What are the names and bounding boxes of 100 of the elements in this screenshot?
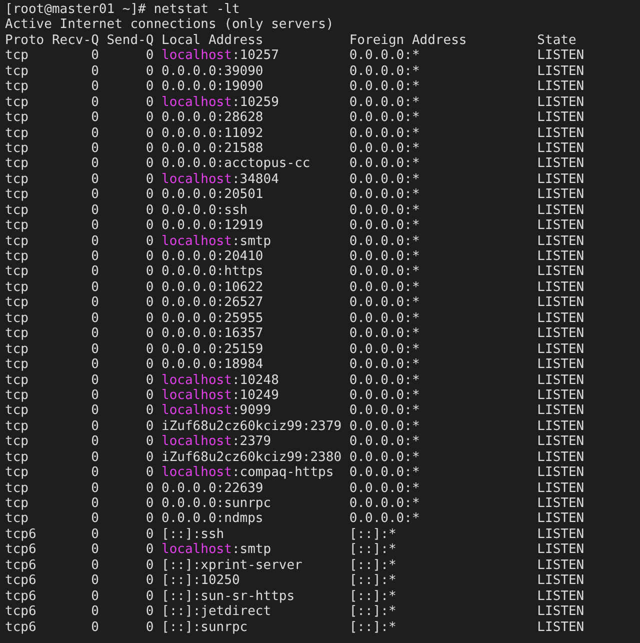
table-cell: 0 xyxy=(146,295,154,310)
table-cell: 0 xyxy=(146,511,154,526)
table-cell: 0 xyxy=(146,110,154,126)
table-cell: tcp xyxy=(5,94,28,110)
table-cell: 0 xyxy=(146,140,154,156)
table-cell: [::]:sunrpc xyxy=(162,620,248,634)
table-cell: [::]:* xyxy=(349,558,396,573)
table-cell: 0 xyxy=(91,434,99,450)
table-cell: 0 xyxy=(146,187,154,202)
table-cell: 0 xyxy=(146,450,154,465)
table-cell: [::]:sun-sr-https xyxy=(162,588,295,604)
table-cell: 0 xyxy=(91,372,99,388)
table-cell: 0 xyxy=(91,218,99,234)
table-cell: 0.0.0.0:* xyxy=(349,310,420,326)
table-cell: 0 xyxy=(91,480,99,496)
table-cell: LISTEN xyxy=(537,388,584,403)
table-cell: 0.0.0.0:22639 xyxy=(162,480,264,496)
table-cell: localhost:2379 xyxy=(162,434,272,450)
table-cell: LISTEN xyxy=(537,280,584,295)
table-cell: localhost:10259 xyxy=(162,94,279,110)
table-cell: 0.0.0.0:39090 xyxy=(162,64,264,79)
table-cell: 0 xyxy=(91,342,99,357)
table-cell: 0.0.0.0:* xyxy=(349,496,420,511)
table-cell: 0.0.0.0:* xyxy=(349,480,420,496)
table-cell: tcp xyxy=(5,357,28,372)
table-cell: 0.0.0.0:* xyxy=(349,280,420,295)
table-cell: LISTEN xyxy=(537,156,584,172)
table-cell: 0 xyxy=(146,264,154,280)
table-cell: 0.0.0.0:21588 xyxy=(162,140,264,156)
table-cell: 0.0.0.0:11092 xyxy=(162,126,264,140)
table-cell: 0 xyxy=(91,620,99,634)
table-cell: LISTEN xyxy=(537,48,584,64)
table-cell: 0 xyxy=(146,94,154,110)
table-cell: 0.0.0.0:10622 xyxy=(162,280,264,295)
table-cell: 0 xyxy=(91,588,99,604)
table-cell: LISTEN xyxy=(537,620,584,634)
table-cell: iZuf68u2cz60kciz99:2380 xyxy=(162,450,342,465)
table-cell: LISTEN xyxy=(537,357,584,372)
table-cell: 0 xyxy=(91,465,99,480)
table-cell: LISTEN xyxy=(537,126,584,140)
table-cell: [::]:* xyxy=(349,526,396,542)
table-cell: 0 xyxy=(91,403,99,418)
table-cell: 0 xyxy=(91,295,99,310)
table-cell: 0 xyxy=(146,249,154,264)
table-cell: 0 xyxy=(146,310,154,326)
table-cell: tcp xyxy=(5,126,28,140)
table-cell: tcp6 xyxy=(5,573,36,588)
table-cell: LISTEN xyxy=(537,310,584,326)
table-cell: tcp6 xyxy=(5,542,36,558)
table-cell: 0 xyxy=(146,620,154,634)
table-cell: 0.0.0.0:* xyxy=(349,372,420,388)
output-heading: Active Internet connections (only servers) xyxy=(5,17,334,33)
table-cell: 0 xyxy=(91,126,99,140)
table-cell: tcp xyxy=(5,342,28,357)
table-cell: 0 xyxy=(146,418,154,434)
table-cell: tcp xyxy=(5,372,28,388)
table-cell: 0.0.0.0:* xyxy=(349,295,420,310)
table-cell: 0 xyxy=(91,558,99,573)
table-cell: 0.0.0.0:* xyxy=(349,64,420,79)
table-cell: 0.0.0.0:* xyxy=(349,140,420,156)
table-cell: 0.0.0.0:* xyxy=(349,418,420,434)
table-cell: 0.0.0.0:* xyxy=(349,126,420,140)
table-cell: [::]:* xyxy=(349,604,396,620)
table-cell: LISTEN xyxy=(537,558,584,573)
table-cell: tcp6 xyxy=(5,604,36,620)
table-cell: 0 xyxy=(146,326,154,342)
table-cell: tcp xyxy=(5,418,28,434)
table-cell: LISTEN xyxy=(537,326,584,342)
table-cell: LISTEN xyxy=(537,418,584,434)
table-cell: 0 xyxy=(146,604,154,620)
table-cell: 0 xyxy=(146,496,154,511)
table-cell: tcp xyxy=(5,172,28,187)
table-cell: 0.0.0.0:ssh xyxy=(162,202,248,218)
table-cell: LISTEN xyxy=(537,110,584,126)
table-cell: LISTEN xyxy=(537,372,584,388)
table-cell: 0.0.0.0:18984 xyxy=(162,357,264,372)
table-cell: 0.0.0.0:19090 xyxy=(162,79,264,94)
table-cell: 0.0.0.0:* xyxy=(349,450,420,465)
table-cell: 0 xyxy=(91,48,99,64)
table-cell: tcp xyxy=(5,434,28,450)
table-cell: 0 xyxy=(91,388,99,403)
table-cell: LISTEN xyxy=(537,295,584,310)
column-header: Local Address xyxy=(162,32,264,48)
table-cell: LISTEN xyxy=(537,94,584,110)
column-header: Recv-Q xyxy=(52,32,99,48)
table-cell: LISTEN xyxy=(537,588,584,604)
table-cell: tcp6 xyxy=(5,620,36,634)
column-header: Foreign Address xyxy=(349,32,467,48)
command-prompt: [root@master01 ~]# netstat -lt xyxy=(5,2,240,18)
table-cell: tcp xyxy=(5,156,28,172)
table-cell: LISTEN xyxy=(537,511,584,526)
table-cell: 0 xyxy=(91,156,99,172)
table-cell: tcp xyxy=(5,480,28,496)
table-cell: tcp xyxy=(5,511,28,526)
table-cell: 0.0.0.0:16357 xyxy=(162,326,264,342)
table-cell: 0 xyxy=(146,372,154,388)
table-cell: 0 xyxy=(91,202,99,218)
table-cell: LISTEN xyxy=(537,465,584,480)
column-header: Send-Q xyxy=(106,32,154,48)
table-cell: 0 xyxy=(146,234,154,249)
